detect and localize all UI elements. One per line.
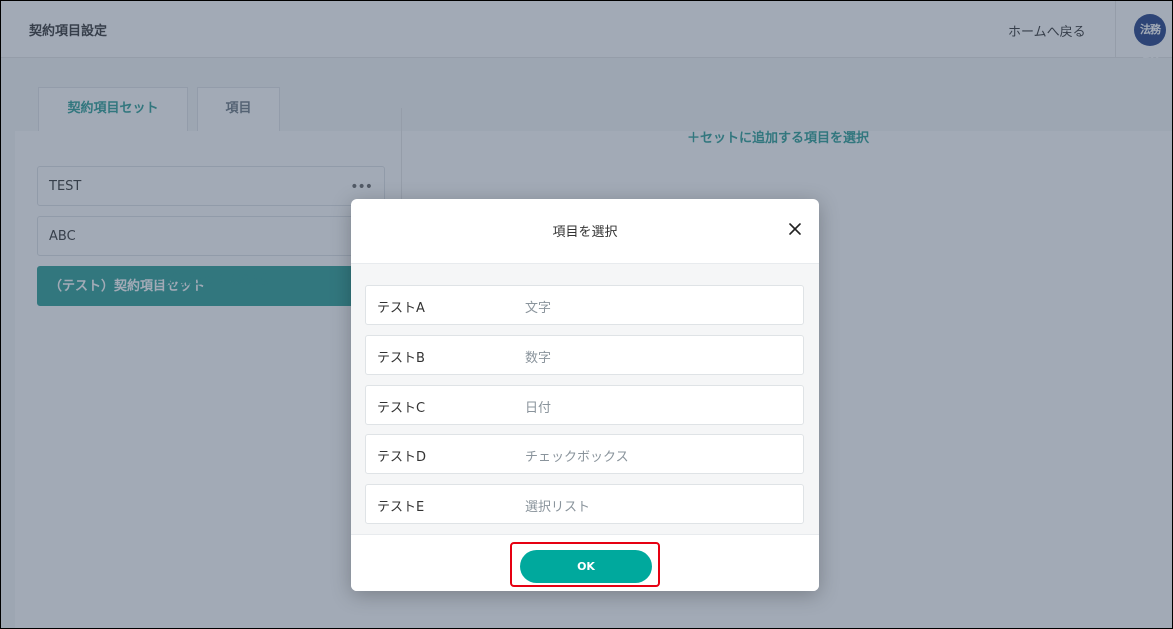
list-item[interactable]: テストA 文字 (365, 285, 804, 325)
item-type: 文字 (525, 301, 552, 316)
list-item[interactable]: テストD チェックボックス (365, 434, 804, 474)
item-name: テストB (377, 351, 425, 366)
item-type: 数字 (525, 351, 552, 366)
item-type: チェックボックス (525, 450, 629, 465)
modal-footer: OK (351, 534, 819, 591)
list-item[interactable]: テストE 選択リスト (365, 484, 804, 524)
select-item-modal: 項目を選択 テストA 文字 テストB 数字 テストC 日付 テストD チェックボ… (351, 199, 819, 591)
item-type: 日付 (525, 401, 552, 416)
item-name: テストE (377, 500, 425, 515)
item-name: テストD (377, 450, 427, 465)
item-type: 選択リスト (525, 500, 591, 515)
ok-button[interactable]: OK (520, 550, 652, 583)
close-icon[interactable] (786, 220, 804, 238)
item-name: テストC (377, 401, 426, 416)
item-name: テストA (377, 301, 425, 316)
list-item[interactable]: テストB 数字 (365, 335, 804, 375)
modal-header: 項目を選択 (351, 199, 819, 264)
item-list: テストA 文字 テストB 数字 テストC 日付 テストD チェックボックス テス… (351, 264, 819, 534)
modal-title: 項目を選択 (552, 225, 618, 240)
app-window: 契約項目設定 ホームへ戻る 法務DX 契約項目セット 項目 TEST ••• A… (0, 0, 1173, 629)
list-item[interactable]: テストC 日付 (365, 385, 804, 425)
ok-button-highlight: OK (510, 542, 660, 587)
